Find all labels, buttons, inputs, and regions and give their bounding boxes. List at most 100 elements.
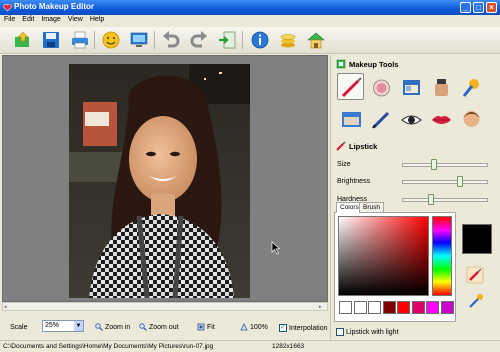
zoom-bar: Scale 25% ▼ Zoom in Zoom out Fit 100% In… xyxy=(0,312,332,339)
actual-size-button[interactable]: 100% xyxy=(250,324,268,331)
horizontal-scrollbar[interactable]: ◂ ▸ xyxy=(2,302,328,311)
eyeliner-pencil-icon xyxy=(372,111,390,129)
zoom-out-button[interactable]: Zoom out xyxy=(149,324,179,331)
brightness-label: Brightness xyxy=(337,178,371,185)
minimize-button[interactable]: _ xyxy=(460,2,471,13)
interpolation-label: Interpolation xyxy=(289,324,328,332)
eyeshadow-palette-icon xyxy=(403,80,420,95)
save-icon[interactable] xyxy=(41,30,61,50)
actual-size-icon[interactable] xyxy=(240,323,248,331)
menu-image[interactable]: Image xyxy=(37,15,63,23)
scroll-right-icon[interactable]: ▸ xyxy=(319,304,326,310)
menu-view[interactable]: View xyxy=(64,15,86,23)
hardness-slider-thumb[interactable] xyxy=(427,194,434,205)
size-slider[interactable] xyxy=(402,159,488,170)
color-swatch[interactable] xyxy=(440,301,454,314)
fit-button[interactable]: Fit xyxy=(207,324,215,331)
tool-lips[interactable] xyxy=(427,105,454,132)
color-swatch[interactable] xyxy=(397,301,410,314)
print-icon[interactable] xyxy=(70,30,90,50)
home-icon[interactable] xyxy=(306,30,326,50)
color-swatch[interactable] xyxy=(382,301,396,314)
panel-header-icon xyxy=(336,59,346,69)
scroll-left-icon[interactable]: ◂ xyxy=(4,304,11,310)
tool-eyeliner[interactable] xyxy=(367,105,394,132)
tool-eyeshadow[interactable] xyxy=(397,73,424,100)
powder-case-icon xyxy=(342,112,361,127)
fit-icon[interactable] xyxy=(197,323,205,331)
undo-icon[interactable] xyxy=(161,30,181,50)
size-label: Size xyxy=(337,161,351,168)
app-heart-icon xyxy=(3,3,12,12)
menu-bar: File Edit Image View Help xyxy=(0,15,500,26)
foundation-bottle-icon xyxy=(435,79,448,96)
lipstick-title: Lipstick xyxy=(349,142,378,151)
color-swatch[interactable] xyxy=(353,301,367,314)
tool-hair-color[interactable] xyxy=(457,73,484,100)
open-file-icon[interactable] xyxy=(13,30,33,50)
redo-icon[interactable] xyxy=(189,30,209,50)
zoom-out-icon[interactable] xyxy=(139,323,147,331)
image-dimensions: 1282x1663 xyxy=(272,343,305,350)
smiley-icon[interactable] xyxy=(101,30,121,50)
toolbar-separator xyxy=(242,31,243,49)
lipstick-brush-icon xyxy=(341,77,362,98)
export-icon[interactable] xyxy=(217,30,237,50)
hue-slider[interactable] xyxy=(432,216,452,296)
brightness-slider-thumb[interactable] xyxy=(457,176,464,187)
lipstick-header: Lipstick xyxy=(331,139,500,153)
window-title: Photo Makeup Editor xyxy=(14,2,94,11)
color-swatch[interactable] xyxy=(339,301,352,314)
maximize-button[interactable]: □ xyxy=(473,2,484,13)
toolbar-separator xyxy=(154,31,155,49)
color-picker-icon[interactable] xyxy=(467,292,485,310)
saturation-value-field[interactable] xyxy=(338,216,429,296)
makeup-tools-header: Makeup Tools xyxy=(331,57,500,71)
checkbox-unchecked-icon[interactable] xyxy=(336,328,344,336)
size-slider-thumb[interactable] xyxy=(431,159,437,170)
color-swatch[interactable] xyxy=(368,301,381,314)
zoom-in-button[interactable]: Zoom in xyxy=(105,324,130,331)
coins-icon[interactable] xyxy=(278,30,298,50)
brightness-slider[interactable] xyxy=(402,176,488,187)
tool-lipstick[interactable] xyxy=(337,73,364,100)
interpolation-checkbox[interactable]: Interpolation xyxy=(279,323,328,332)
blush-compact-icon xyxy=(373,79,390,97)
tab-brush[interactable]: Brush xyxy=(359,202,384,213)
hair-brush-icon xyxy=(462,79,479,97)
apply-brush-icon[interactable] xyxy=(466,266,484,284)
color-picker: Colors Brush xyxy=(334,202,456,322)
toolbar-separator xyxy=(94,31,95,49)
monitor-icon[interactable] xyxy=(129,30,149,50)
tool-blush[interactable] xyxy=(367,73,394,100)
color-swatch[interactable] xyxy=(426,301,439,314)
scale-value: 25% xyxy=(45,322,60,329)
hardness-slider[interactable] xyxy=(402,194,488,205)
tool-face[interactable] xyxy=(457,105,484,132)
checkbox-checked-icon[interactable] xyxy=(279,323,287,332)
file-path: C:\Documents and Settings\Home\My Docume… xyxy=(3,343,214,350)
menu-help[interactable]: Help xyxy=(86,15,107,23)
menu-edit[interactable]: Edit xyxy=(18,15,37,23)
tool-powder[interactable] xyxy=(337,105,364,132)
color-swatch[interactable] xyxy=(411,301,425,314)
mouse-cursor xyxy=(271,241,281,255)
tool-eye[interactable] xyxy=(397,105,424,132)
close-button[interactable]: × xyxy=(486,2,497,13)
lipstick-with-light-checkbox[interactable]: Lipstick with light xyxy=(336,328,399,336)
tool-foundation[interactable] xyxy=(427,73,454,100)
menu-file[interactable]: File xyxy=(0,15,18,23)
zoom-in-icon[interactable] xyxy=(95,323,103,331)
lipstick-small-icon xyxy=(336,141,346,151)
lips-icon xyxy=(432,116,451,124)
chevron-down-icon[interactable]: ▼ xyxy=(74,321,83,331)
current-color-swatch[interactable] xyxy=(462,224,492,254)
lipstick-with-light-label: Lipstick with light xyxy=(346,328,399,336)
toolbar xyxy=(0,27,500,54)
status-bar: C:\Documents and Settings\Home\My Docume… xyxy=(0,340,500,352)
photo-image[interactable] xyxy=(69,64,250,298)
scale-select[interactable]: 25% ▼ xyxy=(42,320,84,332)
info-icon[interactable] xyxy=(250,30,270,50)
portrait-photo xyxy=(69,64,250,298)
face-icon xyxy=(463,111,480,127)
